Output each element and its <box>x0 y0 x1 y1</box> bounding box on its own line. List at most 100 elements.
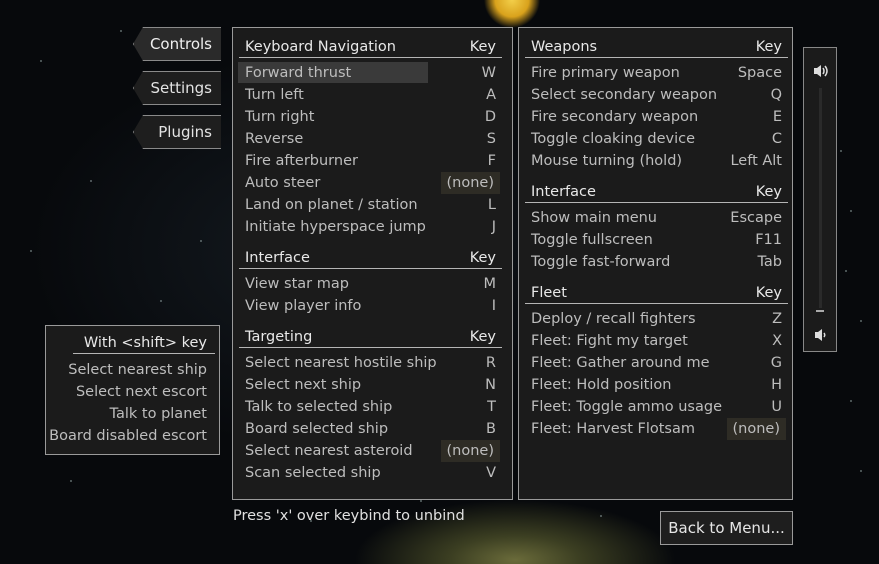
keybind-key[interactable]: B <box>486 418 496 440</box>
section-key-column: Key <box>755 39 782 55</box>
keybind-row[interactable]: Board selected ship B <box>245 418 496 440</box>
keybind-label: Mouse turning (hold) <box>531 153 683 169</box>
keybind-row[interactable]: Auto steer (none) <box>245 172 500 194</box>
keybind-key[interactable]: I <box>492 295 496 317</box>
keybind-key[interactable]: L <box>488 194 496 216</box>
keybind-row[interactable]: Fire primary weapon Space <box>531 62 782 84</box>
keybind-key[interactable]: M <box>483 273 496 295</box>
keybind-key[interactable]: (none) <box>440 440 500 462</box>
keybind-key[interactable]: U <box>771 396 782 418</box>
keybind-key[interactable]: Space <box>738 62 782 84</box>
keybind-label: Forward thrust <box>245 65 352 81</box>
keybind-key[interactable]: V <box>486 462 496 484</box>
back-to-menu-button[interactable]: Back to Menu... <box>660 511 793 545</box>
tab-settings[interactable]: Settings <box>133 71 221 105</box>
keybind-key[interactable]: D <box>485 106 496 128</box>
keybind-label: Fleet: Gather around me <box>531 355 710 371</box>
keybind-key[interactable]: X <box>772 330 782 352</box>
keybind-row[interactable]: Toggle cloaking device C <box>531 128 782 150</box>
keybind-label: Fleet: Fight my target <box>531 333 688 349</box>
keybind-row[interactable]: Fleet: Harvest Flotsam (none) <box>531 418 786 440</box>
keybind-key[interactable]: H <box>771 374 782 396</box>
keybind-row[interactable]: Land on planet / station L <box>245 194 496 216</box>
star <box>850 400 852 402</box>
star <box>70 480 72 482</box>
keybind-row[interactable]: Fire secondary weapon E <box>531 106 782 128</box>
star <box>850 210 852 212</box>
section-title: Fleet <box>531 285 567 301</box>
keybind-row[interactable]: Initiate hyperspace jump J <box>245 216 496 238</box>
keybind-key[interactable]: Q <box>771 84 782 106</box>
keybind-label: Turn left <box>245 87 304 103</box>
keybind-row[interactable]: Select next ship N <box>245 374 496 396</box>
keybind-row[interactable]: Toggle fullscreen F11 <box>531 229 782 251</box>
keybind-key[interactable]: F11 <box>755 229 782 251</box>
keybind-key[interactable]: T <box>487 396 496 418</box>
keybind-row[interactable]: Mouse turning (hold) Left Alt <box>531 150 782 172</box>
keybind-key[interactable]: Z <box>772 308 782 330</box>
keybind-row[interactable]: Select nearest hostile ship R <box>245 352 496 374</box>
keybind-label: View star map <box>245 276 349 292</box>
keybind-key[interactable]: (none) <box>726 418 786 440</box>
keybind-label: Select secondary weapon <box>531 87 718 103</box>
section-title: Weapons <box>531 39 598 55</box>
keybind-row[interactable]: Turn left A <box>245 84 496 106</box>
section-divider <box>239 268 502 269</box>
section-key-column: Key <box>755 285 782 301</box>
keybind-key[interactable]: J <box>492 216 496 238</box>
keybind-label: Toggle fast-forward <box>531 254 671 270</box>
star <box>160 300 162 302</box>
keybind-key[interactable]: F <box>488 150 496 172</box>
volume-slider[interactable] <box>819 88 822 308</box>
keybind-key[interactable]: N <box>485 374 496 396</box>
keybind-row[interactable]: Forward thrust W <box>238 62 496 84</box>
shift-item: Board disabled escort <box>49 428 207 444</box>
section-key-column: Key <box>469 39 496 55</box>
keybind-label: Show main menu <box>531 210 657 226</box>
keybind-row[interactable]: Fleet: Toggle ammo usage U <box>531 396 782 418</box>
keybind-key[interactable]: W <box>482 62 496 84</box>
speaker-quiet-icon[interactable] <box>812 326 830 344</box>
keybind-key[interactable]: (none) <box>440 172 500 194</box>
tab-controls[interactable]: Controls <box>133 27 221 61</box>
speaker-loud-icon[interactable] <box>812 62 830 80</box>
section-header: Weapons Key <box>531 38 782 58</box>
section-key-column: Key <box>755 184 782 200</box>
keybind-label: Auto steer <box>245 175 321 191</box>
keybind-row[interactable]: Scan selected ship V <box>245 462 496 484</box>
keybind-row[interactable]: View player info I <box>245 295 496 317</box>
keybind-label: Fleet: Toggle ammo usage <box>531 399 722 415</box>
keybind-row[interactable]: Fleet: Hold position H <box>531 374 782 396</box>
keybind-label: Reverse <box>245 131 304 147</box>
keybind-row[interactable]: Toggle fast-forward Tab <box>531 251 782 273</box>
tab-plugins[interactable]: Plugins <box>133 115 221 149</box>
keybind-key[interactable]: Left Alt <box>730 150 782 172</box>
keybind-key[interactable]: Tab <box>757 251 782 273</box>
keybind-label: Fleet: Hold position <box>531 377 672 393</box>
keybind-key[interactable]: S <box>487 128 496 150</box>
keybind-key[interactable]: A <box>486 84 496 106</box>
keybind-row[interactable]: Turn right D <box>245 106 496 128</box>
keybind-row[interactable]: Fleet: Fight my target X <box>531 330 782 352</box>
volume-slider-handle[interactable] <box>816 310 824 312</box>
keybind-label: Initiate hyperspace jump <box>245 219 426 235</box>
keybind-row[interactable]: Deploy / recall fighters Z <box>531 308 782 330</box>
keybind-row[interactable]: Select secondary weapon Q <box>531 84 782 106</box>
keybind-row[interactable]: Reverse S <box>245 128 496 150</box>
keybind-row[interactable]: View star map M <box>245 273 496 295</box>
keybind-row[interactable]: Talk to selected ship T <box>245 396 496 418</box>
keybind-row[interactable]: Fleet: Gather around me G <box>531 352 782 374</box>
keybind-key[interactable]: C <box>772 128 782 150</box>
keybind-row[interactable]: Fire afterburner F <box>245 150 496 172</box>
keybind-row[interactable]: Select nearest asteroid (none) <box>245 440 500 462</box>
section-title: Keyboard Navigation <box>245 39 396 55</box>
shift-panel-divider <box>73 353 215 354</box>
keybind-label: Board selected ship <box>245 421 389 437</box>
keybind-key[interactable]: R <box>486 352 496 374</box>
section-divider <box>525 303 788 304</box>
section-divider <box>525 202 788 203</box>
keybind-row[interactable]: Show main menu Escape <box>531 207 782 229</box>
keybind-key[interactable]: E <box>773 106 782 128</box>
keybind-key[interactable]: G <box>771 352 782 374</box>
keybind-key[interactable]: Escape <box>730 207 782 229</box>
